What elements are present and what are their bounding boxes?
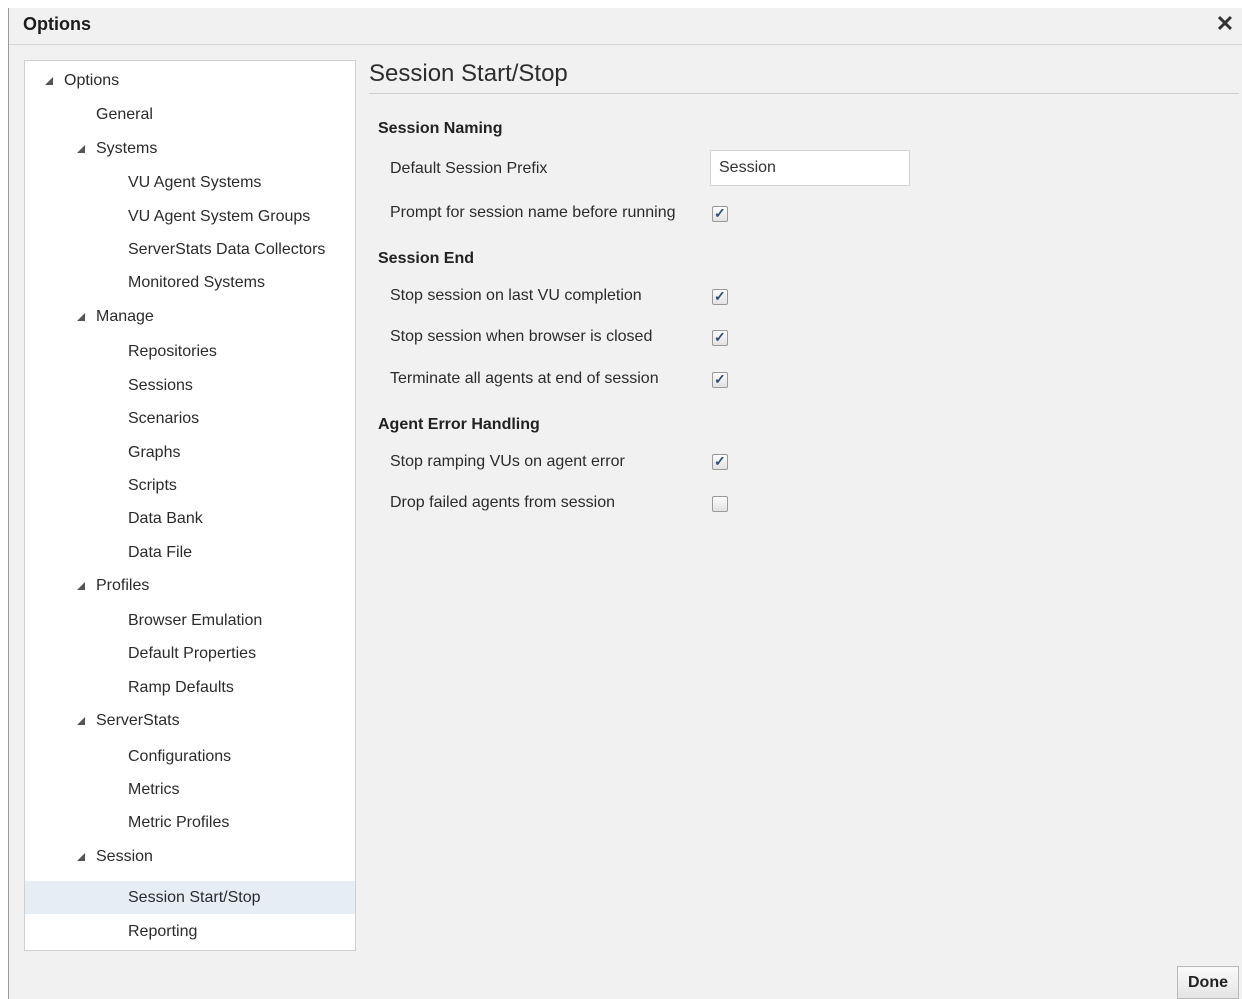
- collapse-triangle-icon[interactable]: [77, 582, 85, 590]
- tree-node-label: General: [96, 106, 153, 123]
- stop-on-browser-close-label: Stop session when browser is closed: [390, 328, 653, 345]
- prompt-session-name-checkbox[interactable]: ✓: [712, 205, 728, 222]
- done-button[interactable]: Done: [1177, 966, 1239, 999]
- tree-node-label: Scripts: [128, 477, 177, 494]
- tree-node-label: Session Start/Stop: [128, 889, 261, 906]
- collapse-triangle-icon[interactable]: [77, 717, 85, 725]
- tree-node-sessions[interactable]: Sessions: [25, 369, 355, 402]
- checkmark-icon: ✓: [714, 288, 726, 304]
- terminate-agents-label: Terminate all agents at end of session: [390, 370, 659, 387]
- tree-node-data-bank[interactable]: Data Bank: [25, 502, 355, 535]
- tree-node-label: ServerStats: [96, 712, 180, 729]
- drop-failed-agents-checkbox[interactable]: [712, 496, 728, 512]
- tree-node-session[interactable]: Session: [25, 840, 355, 873]
- tree-node-vu-agent-system-groups[interactable]: VU Agent System Groups: [25, 200, 355, 233]
- tree-node-label: Graphs: [128, 444, 181, 461]
- stop-ramping-label: Stop ramping VUs on agent error: [390, 453, 625, 470]
- options-tree: Options General Systems VU Agent Systems…: [24, 60, 356, 951]
- tree-node-label: VU Agent Systems: [128, 174, 262, 191]
- tree-node-label: Metric Profiles: [128, 814, 230, 831]
- tree-node-graphs[interactable]: Graphs: [25, 436, 355, 469]
- tree-node-label: Metrics: [128, 781, 180, 798]
- stop-on-last-vu-checkbox[interactable]: ✓: [712, 288, 728, 305]
- section-heading-agent-error-handling: Agent Error Handling: [378, 416, 540, 433]
- checkmark-icon: ✓: [714, 371, 726, 387]
- tree-node-options[interactable]: Options: [25, 64, 355, 97]
- tree-node-default-properties[interactable]: Default Properties: [25, 637, 355, 670]
- checkmark-icon: ✓: [714, 453, 726, 469]
- tree-node-ramp-defaults[interactable]: Ramp Defaults: [25, 671, 355, 704]
- tree-node-reporting[interactable]: Reporting: [25, 915, 355, 948]
- tree-node-label: Ramp Defaults: [128, 679, 234, 696]
- tree-node-label: Scenarios: [128, 410, 200, 427]
- options-dialog: Options ✕ Options General Systems VU Age…: [8, 8, 1242, 999]
- tree-node-label: Options: [64, 72, 120, 89]
- tree-node-session-start-stop[interactable]: Session Start/Stop: [25, 881, 355, 914]
- tree-node-repositories[interactable]: Repositories: [25, 335, 355, 368]
- tree-node-label: Systems: [96, 140, 158, 157]
- section-heading-session-end: Session End: [378, 250, 475, 267]
- page-title: Session Start/Stop: [369, 60, 568, 87]
- tree-node-label: Data Bank: [128, 510, 203, 527]
- tree-node-label: Sessions: [128, 377, 193, 394]
- default-session-prefix-label: Default Session Prefix: [390, 160, 548, 177]
- tree-node-label: Data File: [128, 544, 193, 561]
- tree-node-metrics[interactable]: Metrics: [25, 773, 355, 806]
- tree-node-browser-emulation[interactable]: Browser Emulation: [25, 604, 355, 637]
- drop-failed-agents-label: Drop failed agents from session: [390, 494, 615, 511]
- collapse-triangle-icon[interactable]: [77, 145, 85, 153]
- tree-node-general[interactable]: General: [25, 98, 355, 131]
- stop-on-browser-close-checkbox[interactable]: ✓: [712, 329, 728, 346]
- title-divider: [369, 93, 1239, 94]
- tree-node-manage[interactable]: Manage: [25, 300, 355, 333]
- tree-node-label: VU Agent System Groups: [128, 208, 311, 225]
- tree-node-profiles[interactable]: Profiles: [25, 569, 355, 602]
- tree-node-label: Browser Emulation: [128, 612, 263, 629]
- section-heading-session-naming: Session Naming: [378, 120, 503, 137]
- stop-ramping-checkbox[interactable]: ✓: [712, 453, 728, 470]
- tree-node-label: Default Properties: [128, 645, 257, 662]
- collapse-triangle-icon[interactable]: [77, 853, 85, 861]
- checkmark-icon: ✓: [714, 329, 726, 345]
- tree-node-monitored-systems[interactable]: Monitored Systems: [25, 266, 355, 299]
- tree-node-serverstats[interactable]: ServerStats: [25, 704, 355, 737]
- terminate-agents-checkbox[interactable]: ✓: [712, 371, 728, 388]
- collapse-triangle-icon[interactable]: [77, 313, 85, 321]
- tree-node-vu-agent-systems[interactable]: VU Agent Systems: [25, 166, 355, 199]
- tree-node-label: Monitored Systems: [128, 274, 265, 291]
- tree-node-label: Manage: [96, 308, 154, 325]
- tree-node-label: Profiles: [96, 577, 150, 594]
- tree-node-configurations[interactable]: Configurations: [25, 740, 355, 773]
- prompt-session-name-label: Prompt for session name before running: [390, 204, 676, 221]
- checkmark-icon: ✓: [714, 205, 726, 221]
- tree-node-scripts[interactable]: Scripts: [25, 469, 355, 502]
- tree-node-scenarios[interactable]: Scenarios: [25, 402, 355, 435]
- tree-node-label: Repositories: [128, 343, 217, 360]
- tree-node-label: Session: [96, 848, 153, 865]
- tree-node-label: Reporting: [128, 923, 198, 940]
- tree-node-serverstats-data-collectors[interactable]: ServerStats Data Collectors: [25, 233, 355, 266]
- dialog-titlebar: Options ✕: [9, 8, 1242, 45]
- tree-node-label: Configurations: [128, 748, 232, 765]
- tree-node-systems[interactable]: Systems: [25, 132, 355, 165]
- tree-node-label: ServerStats Data Collectors: [128, 241, 326, 258]
- dialog-title: Options: [23, 14, 91, 34]
- default-session-prefix-input[interactable]: [710, 150, 910, 186]
- close-icon[interactable]: ✕: [1214, 11, 1236, 37]
- tree-node-data-file[interactable]: Data File: [25, 536, 355, 569]
- collapse-triangle-icon[interactable]: [45, 77, 53, 85]
- tree-node-metric-profiles[interactable]: Metric Profiles: [25, 806, 355, 839]
- stop-on-last-vu-label: Stop session on last VU completion: [390, 287, 642, 304]
